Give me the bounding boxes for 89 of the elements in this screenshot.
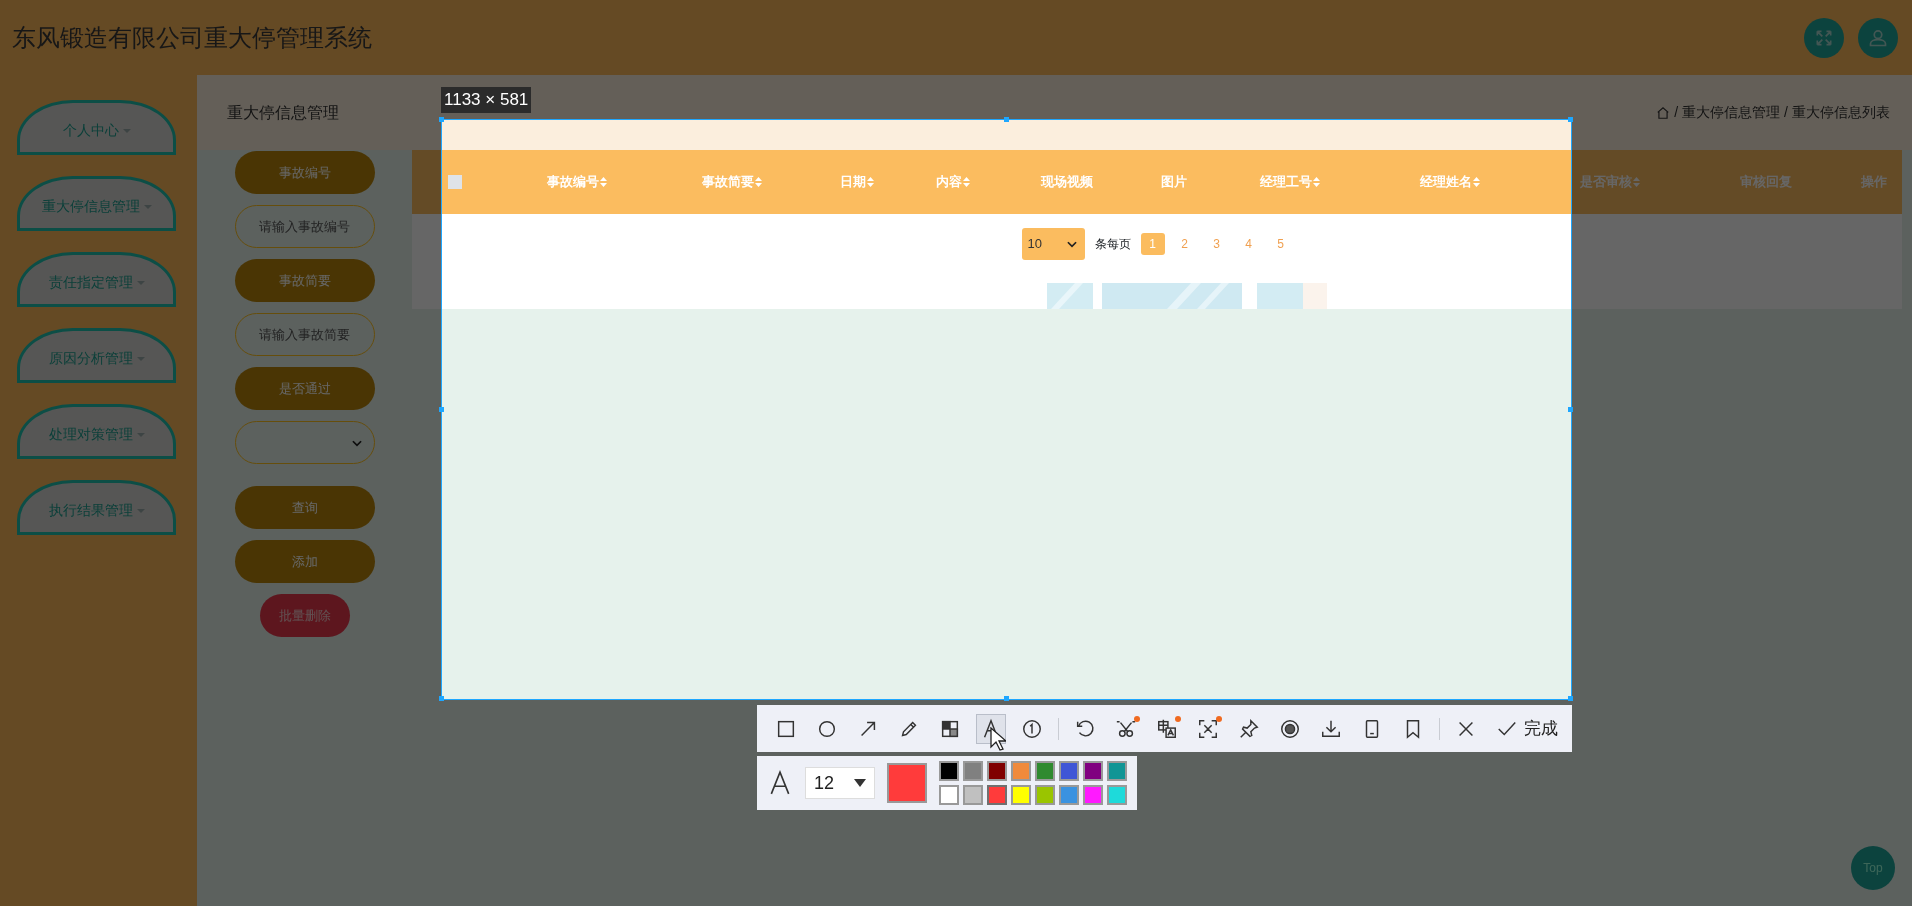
caret-icon — [122, 128, 131, 133]
sort-icon[interactable] — [867, 177, 874, 187]
column-header: 图片 — [1161, 173, 1187, 192]
breadcrumb-separator: / — [1674, 103, 1679, 122]
color-swatch[interactable] — [1011, 785, 1031, 805]
scan-frame-icon — [1197, 717, 1219, 740]
column-header: 审核回复 — [1740, 173, 1792, 192]
color-swatch[interactable] — [963, 761, 983, 781]
numbered-circle-icon — [1021, 717, 1043, 740]
translate-icon — [1156, 717, 1178, 740]
color-swatch[interactable] — [1059, 785, 1079, 805]
color-swatch[interactable] — [1059, 761, 1079, 781]
resize-handle[interactable] — [1003, 696, 1009, 701]
app-title: 东风锻造有限公司重大停管理系统 — [12, 22, 372, 53]
column-header[interactable]: 日期 — [840, 172, 874, 192]
query-button[interactable]: 查询 — [234, 486, 375, 529]
color-swatch[interactable] — [1107, 785, 1127, 805]
sidebar-menu-item[interactable]: 执行结果管理 — [17, 480, 176, 535]
breadcrumb-link[interactable]: 重大停信息管理 — [1682, 102, 1781, 123]
sort-icon[interactable] — [963, 177, 970, 187]
color-swatch[interactable] — [1011, 761, 1031, 781]
filter-label: 是否通过 — [234, 367, 375, 410]
page-size-select[interactable]: 10 — [1021, 228, 1085, 260]
color-swatch[interactable] — [1083, 785, 1103, 805]
sidebar-menu-item[interactable]: 重大停信息管理 — [17, 176, 176, 231]
page-button[interactable]: 1 — [1140, 233, 1165, 255]
color-swatch[interactable] — [939, 761, 959, 781]
page-button[interactable]: 2 — [1172, 233, 1197, 255]
color-swatch[interactable] — [987, 761, 1007, 781]
user-button[interactable] — [1858, 17, 1898, 58]
page-button[interactable]: 4 — [1236, 233, 1261, 255]
filter-label: 事故简要 — [234, 259, 375, 302]
select-field[interactable] — [234, 421, 375, 464]
record-icon — [1279, 717, 1301, 740]
column-header[interactable]: 是否审核 — [1580, 172, 1640, 192]
sort-icon[interactable] — [1313, 177, 1320, 187]
sidebar-menu-item[interactable]: 处理对策管理 — [17, 404, 176, 459]
filter-label: 事故编号 — [234, 151, 375, 194]
color-swatch[interactable] — [1107, 761, 1127, 781]
breadcrumb-link[interactable]: 重大停信息列表 — [1792, 102, 1890, 123]
pin-icon — [1238, 717, 1260, 740]
undo-icon — [1074, 717, 1096, 740]
page-button[interactable]: 3 — [1204, 233, 1229, 255]
column-header[interactable]: 事故编号 — [547, 172, 607, 192]
resize-handle[interactable] — [1003, 117, 1009, 122]
column-header: 操作 — [1861, 173, 1887, 192]
dropdown-icon — [854, 779, 866, 787]
breadcrumb-separator: / — [1784, 103, 1788, 122]
column-header: 现场视频 — [1041, 173, 1093, 192]
caret-icon — [136, 280, 145, 285]
color-swatch[interactable] — [987, 785, 1007, 805]
home-icon[interactable] — [1656, 105, 1671, 120]
sort-icon[interactable] — [1633, 177, 1640, 187]
caret-icon — [136, 356, 145, 361]
size-label: 1133 × 581 — [441, 87, 532, 113]
page-title: 重大停信息管理 — [227, 102, 339, 123]
column-header[interactable]: 事故简要 — [702, 172, 762, 192]
current-color-swatch[interactable] — [887, 763, 927, 803]
color-swatch[interactable] — [1035, 761, 1055, 781]
sidebar-menu-item[interactable]: 原因分析管理 — [17, 328, 176, 383]
font-size-select[interactable]: 12 — [805, 767, 875, 799]
resize-handle[interactable] — [1568, 117, 1573, 122]
resize-handle[interactable] — [1568, 406, 1573, 412]
resize-handle[interactable] — [439, 696, 444, 701]
fullscreen-button[interactable] — [1804, 17, 1844, 58]
caret-icon — [136, 508, 145, 513]
resize-handle[interactable] — [1568, 696, 1573, 701]
add-button[interactable]: 添加 — [234, 540, 375, 583]
done-button[interactable]: 完成 — [1492, 715, 1562, 742]
sidebar-menu-item[interactable]: 个人中心 — [17, 100, 176, 155]
color-swatch[interactable] — [939, 785, 959, 805]
sort-icon[interactable] — [1473, 177, 1480, 187]
resize-handle[interactable] — [439, 406, 444, 412]
caret-icon — [136, 432, 145, 437]
page-size-label: 条每页 — [1094, 236, 1131, 253]
sidebar-menu-item[interactable]: 责任指定管理 — [17, 252, 176, 307]
column-header[interactable]: 经理姓名 — [1420, 172, 1480, 192]
color-swatch[interactable] — [1083, 761, 1103, 781]
sort-icon[interactable] — [600, 177, 607, 187]
color-swatch[interactable] — [963, 785, 983, 805]
resize-handle[interactable] — [439, 117, 444, 122]
caret-icon — [143, 204, 152, 209]
sort-icon[interactable] — [755, 177, 762, 187]
column-header[interactable]: 内容 — [936, 172, 970, 192]
color-swatch[interactable] — [1035, 785, 1055, 805]
page-button[interactable]: 5 — [1268, 233, 1293, 255]
user-icon — [1868, 27, 1888, 48]
checkbox[interactable] — [448, 175, 462, 189]
column-header[interactable]: 经理工号 — [1260, 172, 1320, 192]
